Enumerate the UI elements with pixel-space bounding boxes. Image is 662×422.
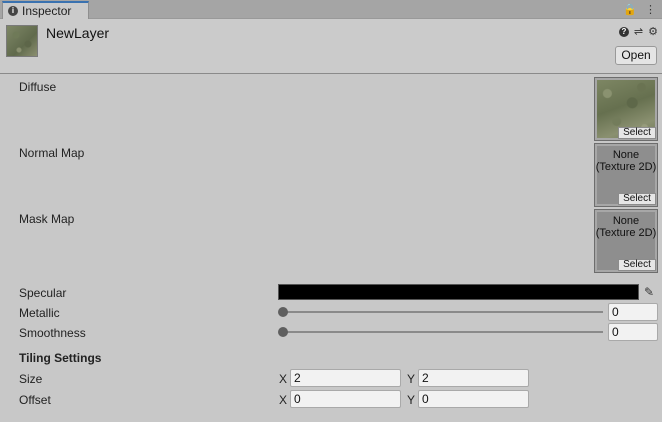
- specular-label: Specular: [19, 286, 67, 300]
- normal-map-texture-slot[interactable]: None (Texture 2D) Select: [594, 143, 658, 207]
- metallic-slider-track[interactable]: [283, 311, 603, 313]
- specular-color-field[interactable]: [278, 284, 639, 300]
- size-y-field[interactable]: 2: [418, 369, 529, 387]
- diffuse-label: Diffuse: [19, 80, 57, 94]
- size-x-label: X: [279, 372, 288, 386]
- offset-y-field[interactable]: 0: [418, 390, 529, 408]
- tab-inspector[interactable]: i Inspector: [2, 1, 89, 19]
- help-icon[interactable]: ?: [618, 27, 629, 37]
- normal-map-value: None (Texture 2D): [595, 149, 657, 173]
- metallic-label: Metallic: [19, 306, 60, 320]
- smoothness-slider-knob[interactable]: [278, 327, 288, 337]
- normal-map-select-button[interactable]: Select: [618, 193, 656, 205]
- smoothness-label: Smoothness: [19, 326, 86, 340]
- metallic-value-field[interactable]: 0: [608, 303, 658, 321]
- tab-inspector-label: Inspector: [22, 4, 72, 18]
- size-x-field[interactable]: 2: [290, 369, 401, 387]
- normal-map-label: Normal Map: [19, 146, 85, 160]
- smoothness-slider-track[interactable]: [283, 331, 603, 333]
- normal-map-value-line1: None: [612, 149, 640, 161]
- kebab-menu-icon[interactable]: ⋮: [645, 3, 656, 16]
- settings-gear-icon[interactable]: ⚙: [648, 26, 658, 38]
- open-button[interactable]: Open: [615, 46, 657, 65]
- header-icons: ? ⇌ ⚙: [618, 26, 658, 38]
- offset-x-label: X: [279, 393, 288, 407]
- layer-thumbnail: [6, 25, 38, 57]
- size-y-label: Y: [407, 372, 416, 386]
- offset-x-field[interactable]: 0: [290, 390, 401, 408]
- preset-icon[interactable]: ⇌: [634, 26, 643, 38]
- mask-map-value: None (Texture 2D): [595, 215, 657, 239]
- diffuse-texture-slot[interactable]: Select: [594, 77, 658, 141]
- mask-map-select-button[interactable]: Select: [618, 259, 656, 271]
- mask-map-label: Mask Map: [19, 212, 75, 226]
- tiling-settings-title: Tiling Settings: [19, 351, 102, 365]
- layer-name: NewLayer: [46, 25, 110, 41]
- mask-map-value-line2: (Texture 2D): [595, 227, 657, 239]
- inspector-header: NewLayer ? ⇌ ⚙ Open: [0, 19, 662, 74]
- diffuse-select-button[interactable]: Select: [618, 127, 656, 139]
- info-icon: i: [8, 6, 18, 16]
- eyedropper-icon[interactable]: ✎: [642, 285, 656, 299]
- mask-map-texture-slot[interactable]: None (Texture 2D) Select: [594, 209, 658, 273]
- offset-label: Offset: [19, 393, 51, 407]
- smoothness-value-field[interactable]: 0: [608, 323, 658, 341]
- tab-bar: i Inspector 🔒 ⋮: [0, 0, 662, 19]
- size-label: Size: [19, 372, 43, 386]
- normal-map-value-line2: (Texture 2D): [595, 161, 657, 173]
- mask-map-value-line1: None: [612, 215, 640, 227]
- tab-bar-controls: 🔒 ⋮: [623, 3, 656, 16]
- offset-y-label: Y: [407, 393, 416, 407]
- metallic-slider-knob[interactable]: [278, 307, 288, 317]
- lock-icon[interactable]: 🔒: [623, 3, 637, 16]
